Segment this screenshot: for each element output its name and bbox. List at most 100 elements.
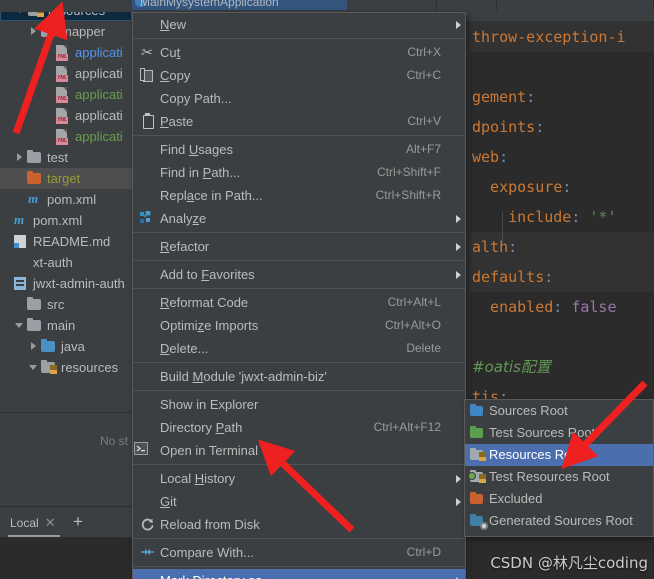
- tree-item-target[interactable]: target: [0, 168, 132, 189]
- menu-icon-slot: [134, 87, 160, 110]
- indent-guide: [502, 212, 503, 242]
- submenu-item-test-sources-root[interactable]: Test Sources Root: [465, 422, 653, 444]
- menu-item-refactor[interactable]: Refactor: [133, 235, 465, 258]
- menu-item-shortcut: Ctrl+Alt+F12: [373, 420, 441, 434]
- menu-item-delete[interactable]: Delete... Delete: [133, 337, 465, 360]
- menu-item-reformat-code[interactable]: Reformat Code Ctrl+Alt+L: [133, 291, 465, 314]
- chevron-closed-icon[interactable]: [14, 147, 26, 168]
- toolbar-segment[interactable]: [347, 0, 437, 10]
- chevron-closed-icon[interactable]: [28, 336, 40, 357]
- code-line: enabled: false: [472, 298, 617, 316]
- tree-item-applicati[interactable]: YML applicati: [0, 126, 132, 147]
- menu-item-label: Add to Favorites: [160, 267, 255, 282]
- menu-separator: [133, 288, 465, 289]
- menu-item-find-in-path[interactable]: Find in Path... Ctrl+Shift+F: [133, 161, 465, 184]
- toolbar-segment[interactable]: [437, 0, 497, 10]
- menu-item-shortcut: Ctrl+X: [407, 45, 441, 59]
- tree-item-label: README.md: [33, 234, 111, 249]
- submenu-item-test-resources-root[interactable]: Test Resources Root: [465, 466, 653, 488]
- chevron-open-icon[interactable]: [14, 315, 26, 336]
- submenu-item-label: Test Resources Root: [489, 469, 610, 484]
- menu-item-add-to-favorites[interactable]: Add to Favorites: [133, 263, 465, 286]
- menu-item-shortcut: Ctrl+Shift+R: [375, 188, 441, 202]
- menu-item-cut[interactable]: Cut Ctrl+X: [133, 41, 465, 64]
- submenu-arrow-icon: [451, 467, 465, 490]
- tree-item-xt-auth[interactable]: xt-auth: [0, 252, 132, 273]
- menu-item-label: Copy Path...: [160, 91, 232, 106]
- menu-item-mark-directory-as[interactable]: Mark Directory as: [133, 569, 465, 579]
- yml-file-icon: YML: [54, 84, 72, 105]
- menu-separator: [133, 135, 465, 136]
- tree-item-applicati[interactable]: YML applicati: [0, 42, 132, 63]
- tree-item-pom-xml[interactable]: m pom.xml: [0, 210, 132, 231]
- tree-item-pom-xml[interactable]: m pom.xml: [0, 189, 132, 210]
- tree-item-resources[interactable]: resources: [0, 357, 132, 378]
- tree-item-jwxt-admin-auth[interactable]: jwxt-admin-auth: [0, 273, 132, 294]
- menu-item-show-in-explorer[interactable]: Show in Explorer: [133, 393, 465, 416]
- code-line: #oatis配置: [472, 358, 551, 376]
- menu-item-optimize-imports[interactable]: Optimize Imports Ctrl+Alt+O: [133, 314, 465, 337]
- excluded-icon: [465, 488, 489, 510]
- tree-item-label: src: [47, 297, 65, 312]
- code-line: gement:: [472, 88, 536, 106]
- tree-item-applicati[interactable]: YML applicati: [0, 63, 132, 84]
- tree-item-test[interactable]: test: [0, 147, 132, 168]
- menu-item-analyze[interactable]: Analyze: [133, 207, 465, 230]
- tree-item-applicati[interactable]: YML applicati: [0, 105, 132, 126]
- tree-item-label: applicati: [75, 87, 123, 102]
- close-icon[interactable]: ✕: [45, 512, 56, 534]
- menu-item-label: Find in Path...: [160, 165, 241, 180]
- tree-item-label: applicati: [75, 129, 123, 144]
- tree-item-java[interactable]: java: [0, 336, 132, 357]
- menu-separator: [133, 232, 465, 233]
- submenu-arrow-icon: [451, 235, 465, 258]
- tab-local[interactable]: Local ✕: [8, 511, 60, 537]
- tree-item-label: java: [61, 339, 85, 354]
- menu-item-find-usages[interactable]: Find Usages Alt+F7: [133, 138, 465, 161]
- menu-item-new[interactable]: New: [133, 13, 465, 36]
- tree-item-readme-md[interactable]: README.md: [0, 231, 132, 252]
- menu-item-copy[interactable]: Copy Ctrl+C: [133, 64, 465, 87]
- menu-item-label: Analyze: [160, 211, 207, 226]
- project-tree[interactable]: resourcesmapperYMLapplicatiYMLapplicatiY…: [0, 0, 132, 412]
- menu-item-shortcut: Alt+F7: [405, 142, 441, 156]
- terminal-tabs-bar: Local ✕ +: [0, 506, 132, 537]
- menu-item-open-in-terminal[interactable]: Open in Terminal: [133, 439, 465, 462]
- tree-item-label: test: [47, 150, 68, 165]
- tree-item-label: applicati: [75, 66, 123, 81]
- yml-file-icon: YML: [54, 126, 72, 147]
- toolbar-segment[interactable]: [497, 0, 654, 10]
- menu-item-label: Cut: [160, 45, 181, 60]
- submenu-item-sources-root[interactable]: Sources Root: [465, 400, 653, 422]
- menu-item-compare-with[interactable]: Compare With... Ctrl+D: [133, 541, 465, 564]
- maven-icon: m: [14, 212, 25, 227]
- tree-item-applicati[interactable]: YML applicati: [0, 84, 132, 105]
- add-tab-icon[interactable]: +: [73, 513, 83, 531]
- module-icon: [12, 273, 30, 294]
- submenu-item-excluded[interactable]: Excluded: [465, 488, 653, 510]
- folder-orange-icon: [26, 168, 44, 189]
- submenu-item-resources-root[interactable]: Resources Root: [465, 444, 653, 466]
- menu-item-replace-in-path[interactable]: Replace in Path... Ctrl+Shift+R: [133, 184, 465, 207]
- menu-item-paste[interactable]: Paste Ctrl+V: [133, 110, 465, 133]
- chevron-closed-icon[interactable]: [28, 21, 40, 42]
- menu-item-local-history[interactable]: Local History: [133, 467, 465, 490]
- menu-item-copy-path[interactable]: Copy Path...: [133, 87, 465, 110]
- menu-item-git[interactable]: Git: [133, 490, 465, 513]
- menu-item-label: Compare With...: [160, 545, 254, 560]
- terminal-output-area[interactable]: [0, 537, 132, 579]
- menu-item-directory-path[interactable]: Directory Path Ctrl+Alt+F12: [133, 416, 465, 439]
- mark-directory-as-submenu[interactable]: Sources Root Test Sources Root Resources R…: [464, 399, 654, 537]
- tree-item-main[interactable]: main: [0, 315, 132, 336]
- menu-item-reload-from-disk[interactable]: Reload from Disk: [133, 513, 465, 536]
- tree-item-src[interactable]: src: [0, 294, 132, 315]
- menu-item-label: Copy: [160, 68, 191, 83]
- submenu-item-generated-sources-root[interactable]: Generated Sources Root: [465, 510, 653, 532]
- tree-item-mapper[interactable]: mapper: [0, 21, 132, 42]
- context-menu[interactable]: New Cut Ctrl+X Copy Ctrl+C Copy Path... Paste C…: [132, 12, 466, 579]
- menu-item-build-module-jwxt-admin-biz[interactable]: Build Module 'jwxt-admin-biz': [133, 365, 465, 388]
- chevron-open-icon[interactable]: [28, 357, 40, 378]
